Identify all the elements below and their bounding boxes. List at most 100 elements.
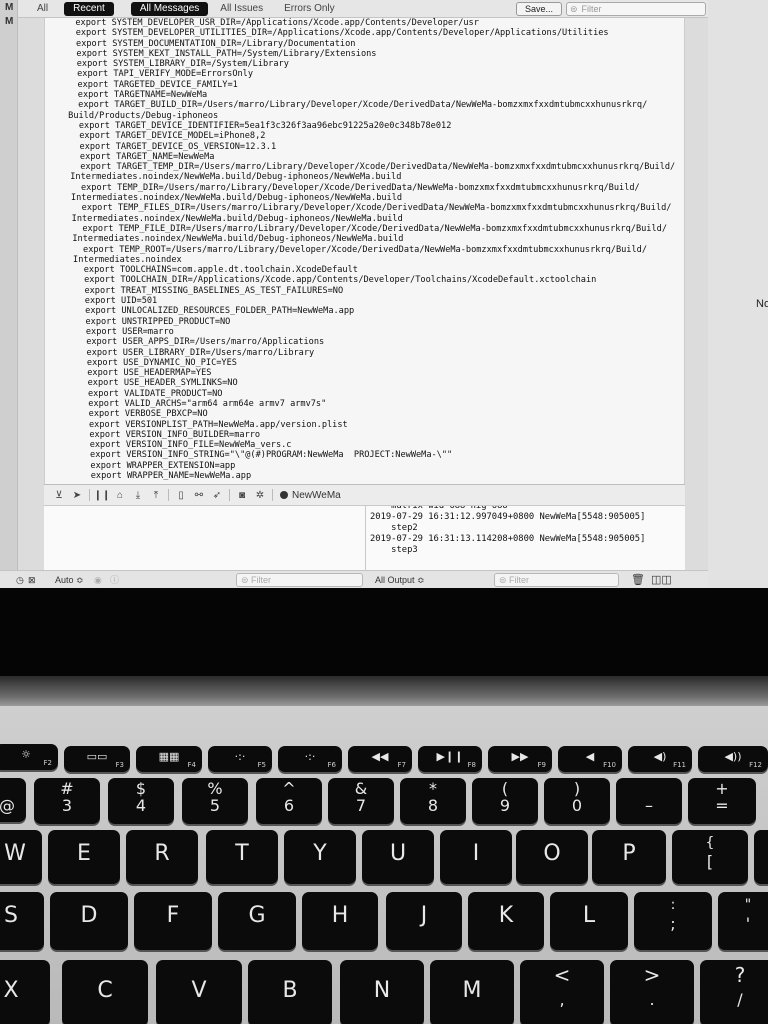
- key-7[interactable]: & 7: [328, 778, 394, 824]
- log-line: Intermediates.noindex/NewWeMa.build/Debu…: [71, 213, 403, 224]
- key-minus[interactable]: –: [616, 778, 682, 824]
- key-label: F6: [327, 761, 336, 769]
- variables-scope-select[interactable]: Auto ≎: [55, 574, 84, 586]
- key-f6[interactable]: ·:· F6: [278, 746, 342, 772]
- key-period[interactable]: >.: [610, 960, 694, 1024]
- console-filter-field[interactable]: ⊜ Filter: [494, 573, 619, 587]
- split-view-icon[interactable]: ◫◫: [651, 574, 672, 586]
- key-s[interactable]: S: [0, 892, 44, 950]
- divider: [168, 489, 169, 501]
- key-5[interactable]: % 5: [182, 778, 248, 824]
- key-p[interactable]: P: [592, 830, 666, 884]
- key-f8[interactable]: ▶❙❙ F8: [418, 746, 482, 772]
- key-equals[interactable]: + =: [688, 778, 756, 824]
- key-f2[interactable]: ☼ F2: [0, 744, 58, 770]
- key-u[interactable]: U: [362, 830, 434, 884]
- debug-target[interactable]: NewWeMa: [280, 490, 341, 501]
- key-6[interactable]: ^ 6: [256, 778, 322, 824]
- key-quote[interactable]: " ': [718, 892, 768, 950]
- key-j[interactable]: J: [386, 892, 462, 950]
- key-top-label: :: [670, 897, 676, 913]
- key-3[interactable]: #3: [34, 778, 100, 824]
- key-4[interactable]: $4: [108, 778, 174, 824]
- key-f5[interactable]: ·:· F5: [208, 746, 272, 772]
- key-bottom-label: [: [706, 852, 714, 871]
- log-line: export USE_HEADER_SYMLINKS=NO: [77, 378, 238, 389]
- key-y[interactable]: Y: [284, 830, 356, 884]
- key-b[interactable]: B: [248, 960, 332, 1024]
- variables-pane[interactable]: [44, 506, 366, 570]
- log-filter-field[interactable]: ⊜ Filter: [566, 2, 706, 16]
- console-filter-placeholder: Filter: [509, 575, 530, 585]
- key-f3[interactable]: ▭▭ F3: [64, 746, 130, 772]
- key-f10[interactable]: ◀ F10: [558, 746, 622, 772]
- step-over-icon[interactable]: ⌂: [111, 490, 129, 501]
- breakpoints-toggle-icon[interactable]: ➤: [68, 490, 86, 501]
- key-top-label: $: [135, 779, 147, 798]
- info-icon[interactable]: ⓘ: [110, 574, 119, 586]
- key-k[interactable]: K: [468, 892, 544, 950]
- key-f12[interactable]: ◀)) F12: [698, 746, 768, 772]
- key-f9[interactable]: ▶▶ F9: [488, 746, 552, 772]
- key-f[interactable]: F: [134, 892, 212, 950]
- key-c[interactable]: C: [62, 960, 148, 1024]
- key-f11[interactable]: ◀) F11: [628, 746, 692, 772]
- key-o[interactable]: O: [516, 830, 588, 884]
- save-button[interactable]: Save...: [516, 2, 563, 16]
- tab-all-messages[interactable]: All Messages: [130, 1, 209, 16]
- key-n[interactable]: N: [340, 960, 424, 1024]
- key-0[interactable]: ) 0: [544, 778, 610, 824]
- memory-graph-icon[interactable]: ⚯: [190, 490, 208, 501]
- tab-all-issues[interactable]: All Issues: [211, 2, 272, 16]
- clock-icon[interactable]: ◷: [16, 574, 24, 586]
- key-2[interactable]: @: [0, 778, 26, 822]
- camera-icon[interactable]: ◙: [233, 490, 251, 501]
- console-pane[interactable]: matrix wid 688 hig 688 2019-07-29 16:31:1…: [366, 506, 685, 570]
- tab-recent[interactable]: Recent: [64, 1, 114, 16]
- trash-icon[interactable]: 🗑: [631, 574, 645, 586]
- key-right-bracket[interactable]: [754, 830, 768, 884]
- tab-all[interactable]: All: [28, 2, 57, 16]
- view-debugger-icon[interactable]: ▯: [172, 490, 190, 501]
- simulate-location-icon[interactable]: ➶: [208, 490, 226, 501]
- key-e[interactable]: E: [48, 830, 120, 884]
- key-h[interactable]: H: [302, 892, 378, 950]
- key-f4[interactable]: ▦▦ F4: [136, 746, 202, 772]
- key-comma[interactable]: <,: [520, 960, 604, 1024]
- eye-icon[interactable]: ◉: [94, 574, 102, 586]
- key-f7[interactable]: ◀◀ F7: [348, 746, 412, 772]
- log-line: export TARGETED_DEVICE_FAMILY=1: [67, 79, 238, 90]
- variables-filter-field[interactable]: ⊜ Filter: [236, 573, 363, 587]
- key-top-label: &: [354, 779, 368, 798]
- key-9[interactable]: (9: [472, 778, 538, 824]
- key-l[interactable]: L: [550, 892, 628, 950]
- key-label: F7: [397, 761, 406, 769]
- key-t[interactable]: T: [206, 830, 278, 884]
- step-into-icon[interactable]: ⤓: [129, 490, 147, 501]
- gear-icon[interactable]: ✲: [251, 490, 269, 501]
- key-w[interactable]: W: [0, 830, 42, 884]
- key-x[interactable]: X: [0, 960, 50, 1024]
- key-g[interactable]: G: [218, 892, 296, 950]
- key-v[interactable]: V: [156, 960, 242, 1024]
- key-semicolon[interactable]: :;: [634, 892, 712, 950]
- key-m[interactable]: M: [430, 960, 514, 1024]
- key-top-label: +: [715, 779, 729, 798]
- log-line: Build/Products/Debug-iphoneos: [68, 110, 219, 121]
- delete-icon[interactable]: ⊠: [28, 574, 36, 586]
- key-r[interactable]: R: [126, 830, 198, 884]
- pause-icon[interactable]: ❙❙: [93, 490, 111, 501]
- step-out-icon[interactable]: ⤒: [147, 490, 165, 501]
- key-d[interactable]: D: [50, 892, 128, 950]
- build-log[interactable]: export SYSTEM_DEVELOPER_USR_DIR=/Applica…: [44, 18, 685, 484]
- tab-errors-only[interactable]: Errors Only: [275, 2, 344, 16]
- key-i[interactable]: I: [440, 830, 512, 884]
- key-slash[interactable]: ? /: [700, 960, 768, 1024]
- key-8[interactable]: * 8: [400, 778, 466, 824]
- hide-debug-area-icon[interactable]: ⊻: [50, 490, 68, 501]
- console-output-select[interactable]: All Output ≎: [375, 574, 425, 586]
- key-left-bracket[interactable]: {[: [672, 830, 748, 884]
- divider: [272, 489, 273, 501]
- log-line: export SYSTEM_DEVELOPER_USR_DIR=/Applica…: [65, 18, 479, 28]
- log-line: export TARGET_DEVICE_OS_VERSION=12.3.1: [69, 141, 277, 152]
